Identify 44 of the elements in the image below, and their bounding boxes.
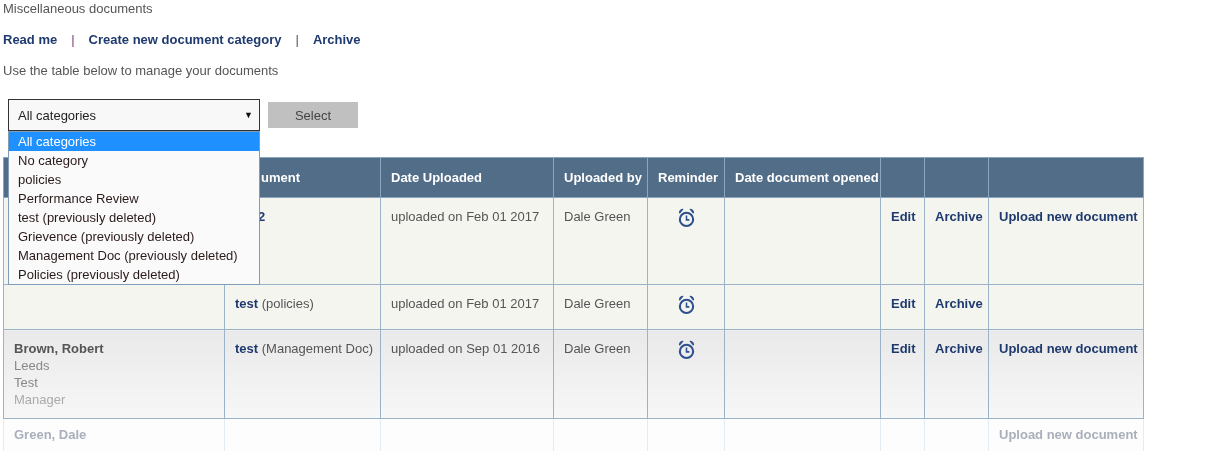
- dropdown-option[interactable]: Grievence (previously deleted): [9, 227, 259, 246]
- edit-link[interactable]: Edit: [891, 341, 916, 356]
- upload-date: uploaded on Feb 01 2017: [391, 209, 540, 224]
- column-header: Uploaded by: [553, 157, 648, 198]
- column-header: Date Uploaded: [380, 157, 554, 198]
- upload-date: uploaded on Feb 01 2017: [391, 296, 540, 311]
- instruction-text: Use the table below to manage your documents: [3, 63, 279, 78]
- employee-detail: Green, Dale: [14, 427, 88, 442]
- edit-link[interactable]: Edit: [891, 209, 916, 224]
- employee-detail: Brown, Robert: [14, 341, 105, 356]
- uploader-name: Dale Green: [564, 209, 631, 224]
- caret-icon: ▼: [244, 110, 253, 120]
- link-separator: |: [294, 32, 300, 47]
- nav-link[interactable]: Archive: [312, 32, 361, 47]
- upload-date: uploaded on Sep 01 2016: [391, 341, 540, 356]
- employee-detail: Leeds: [14, 358, 51, 373]
- uploader-name: Dale Green: [564, 296, 631, 311]
- nav-link[interactable]: Create new document category: [88, 32, 282, 47]
- dropdown-option[interactable]: test (previously deleted): [9, 208, 259, 227]
- employee-detail: Test: [14, 375, 39, 390]
- category-label: (Management Doc): [261, 341, 374, 356]
- alarm-clock-icon[interactable]: [676, 294, 696, 315]
- page-title: Miscellaneous documents: [3, 1, 153, 16]
- edit-link[interactable]: Edit: [891, 296, 916, 311]
- alarm-clock-icon[interactable]: [676, 207, 696, 228]
- nav-link[interactable]: Read me: [3, 32, 58, 47]
- upload-link[interactable]: Upload new document: [999, 209, 1138, 224]
- document-link[interactable]: test: [235, 341, 259, 356]
- select-button[interactable]: Select: [268, 102, 358, 128]
- employee-detail: Manager: [14, 392, 67, 407]
- dropdown-option[interactable]: Management Doc (previously deleted): [9, 246, 259, 265]
- category-label: (policies): [261, 296, 314, 311]
- column-header: Date document opened: [724, 157, 881, 198]
- dropdown-option[interactable]: Policies (previously deleted): [9, 265, 259, 284]
- column-header: Reminder: [647, 157, 725, 198]
- link-separator: |: [70, 32, 76, 47]
- category-dropdown[interactable]: All categories ▼: [8, 99, 260, 131]
- archive-link[interactable]: Archive: [935, 341, 983, 356]
- alarm-clock-icon[interactable]: [676, 339, 696, 360]
- uploader-name: Dale Green: [564, 341, 631, 356]
- dropdown-value: All categories: [18, 107, 97, 123]
- document-link[interactable]: test: [235, 296, 259, 311]
- archive-link[interactable]: Archive: [935, 209, 983, 224]
- upload-link[interactable]: Upload new document: [999, 341, 1138, 356]
